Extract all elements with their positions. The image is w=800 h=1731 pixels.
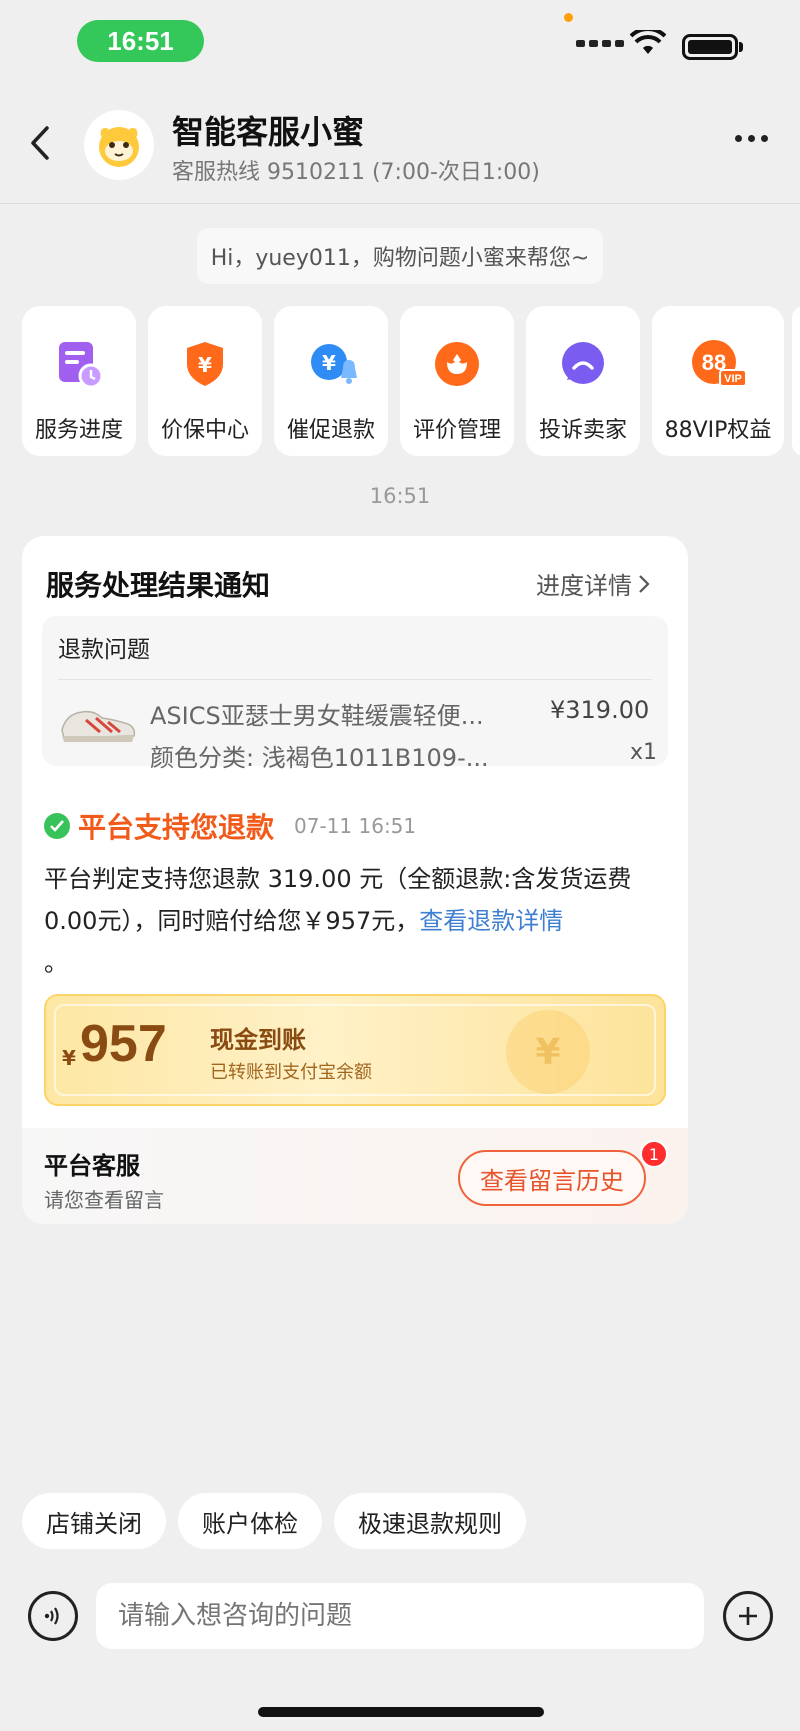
home-indicator[interactable] bbox=[258, 1707, 544, 1717]
add-button[interactable] bbox=[723, 1591, 773, 1641]
message-history-button[interactable]: 查看留言历史 bbox=[458, 1150, 646, 1206]
check-circle-icon bbox=[44, 813, 70, 839]
progress-detail-label: 进度详情 bbox=[536, 572, 632, 600]
footer-subtitle: 请您查看留言 bbox=[44, 1188, 164, 1212]
cash-subtitle: 已转账到支付宝余额 bbox=[210, 1062, 372, 1083]
cash-currency: ¥ bbox=[62, 1046, 76, 1070]
product-price: ¥319.00 bbox=[550, 696, 650, 724]
coin-icon: ¥ bbox=[506, 1010, 590, 1094]
more-options-button[interactable] bbox=[735, 135, 768, 142]
vip-benefits-button[interactable]: 88 VIP 88VIP权益 bbox=[652, 306, 784, 456]
urge-refund-button[interactable]: ¥ 催促退款 bbox=[274, 306, 388, 456]
svg-text:¥: ¥ bbox=[198, 353, 212, 377]
quick-replies: 店铺关闭 账户体检 极速退款规则 bbox=[22, 1493, 526, 1549]
status-time: 16:51 bbox=[77, 20, 204, 62]
sneaker-icon bbox=[61, 710, 136, 742]
service-label: 服务进度 bbox=[34, 418, 123, 443]
hotline-text: 客服热线 9510211 (7:00-次日1:00) bbox=[172, 160, 540, 185]
page-title: 智能客服小蜜 bbox=[172, 113, 365, 151]
service-progress-button[interactable]: 服务进度 bbox=[22, 306, 136, 456]
header-divider bbox=[0, 203, 800, 204]
status-text: 平台支持您退款 bbox=[78, 811, 275, 844]
service-label: 投诉卖家 bbox=[538, 418, 627, 443]
product-name: ASICS亚瑟士男女鞋缓震轻便... bbox=[150, 702, 484, 730]
footer-title: 平台客服 bbox=[44, 1152, 140, 1180]
cash-amount: 957 bbox=[80, 1015, 167, 1073]
product-thumbnail[interactable] bbox=[56, 690, 140, 756]
back-button[interactable] bbox=[28, 125, 58, 165]
service-result-card: 服务处理结果通知 进度详情 退款问题 ASICS亚瑟士男女鞋缓震轻便... 颜色… bbox=[22, 536, 688, 1224]
progress-detail-link[interactable]: 进度详情 bbox=[536, 566, 650, 601]
issue-divider bbox=[58, 679, 652, 680]
plus-icon bbox=[739, 1607, 757, 1625]
quick-reply-chip[interactable]: 极速退款规则 bbox=[334, 1493, 526, 1549]
service-label: 评价管理 bbox=[412, 418, 501, 443]
price-protection-button[interactable]: ¥ 价保中心 bbox=[148, 306, 262, 456]
bot-avatar[interactable] bbox=[84, 110, 154, 180]
battery-tip bbox=[739, 42, 743, 52]
cash-title: 现金到账 bbox=[210, 1026, 306, 1054]
battery-icon bbox=[682, 34, 738, 60]
chevron-left-icon bbox=[31, 126, 49, 160]
complain-seller-button[interactable]: 投诉卖家 bbox=[526, 306, 640, 456]
card-title: 服务处理结果通知 bbox=[46, 569, 271, 602]
refund-bell-icon: ¥ bbox=[301, 334, 361, 394]
service-label: 88VIP权益 bbox=[664, 418, 772, 443]
issue-title: 退款问题 bbox=[58, 637, 150, 663]
refund-description: 平台判定支持您退款 319.00 元（全额退款:含发货运费0.00元），同时赔付… bbox=[44, 858, 664, 984]
description-end: 。 bbox=[44, 949, 68, 977]
review-management-button[interactable]: 评价管理 bbox=[400, 306, 514, 456]
product-spec: 颜色分类: 浅褐色1011B109-... bbox=[150, 744, 489, 772]
svg-text:¥: ¥ bbox=[322, 351, 336, 375]
refund-detail-link[interactable]: 查看退款详情 bbox=[419, 907, 563, 935]
service-label: 价保中心 bbox=[160, 418, 249, 443]
notification-badge: 1 bbox=[640, 1140, 668, 1168]
service-label: 催促退款 bbox=[286, 418, 375, 443]
cash-received-banner[interactable]: ¥ ¥ 957 现金到账 已转账到支付宝余额 bbox=[44, 994, 666, 1106]
complaint-icon bbox=[553, 334, 613, 394]
voice-input-button[interactable] bbox=[28, 1591, 78, 1641]
status-row: 平台支持您退款 07-11 16:51 bbox=[44, 806, 416, 846]
schedule-icon bbox=[49, 334, 109, 394]
service-card-overflow bbox=[792, 306, 800, 456]
bee-mascot-icon bbox=[99, 127, 139, 167]
wifi-icon bbox=[629, 26, 667, 60]
flower-icon bbox=[427, 334, 487, 394]
quick-reply-chip[interactable]: 店铺关闭 bbox=[22, 1493, 166, 1549]
chat-timestamp: 16:51 bbox=[369, 484, 431, 508]
voice-wave-icon bbox=[44, 1607, 59, 1625]
product-quantity: x1 bbox=[630, 740, 658, 765]
privacy-indicator-dot bbox=[564, 13, 573, 22]
quick-reply-chip[interactable]: 账户体检 bbox=[178, 1493, 322, 1549]
vip-icon: 88 VIP bbox=[688, 334, 748, 394]
quick-services-row: 服务进度 ¥ 价保中心 ¥ 催促退款 评价管理 投诉卖家 88 VIP 88VI… bbox=[22, 306, 784, 456]
svg-text:VIP: VIP bbox=[724, 373, 742, 385]
status-timestamp: 07-11 16:51 bbox=[294, 814, 417, 838]
price-shield-icon: ¥ bbox=[175, 334, 235, 394]
question-input[interactable] bbox=[96, 1583, 704, 1649]
cellular-signal-icon bbox=[576, 40, 624, 47]
chevron-right-icon bbox=[639, 574, 650, 593]
greeting-message: Hi，yuey011，购物问题小蜜来帮您~ bbox=[197, 228, 603, 284]
